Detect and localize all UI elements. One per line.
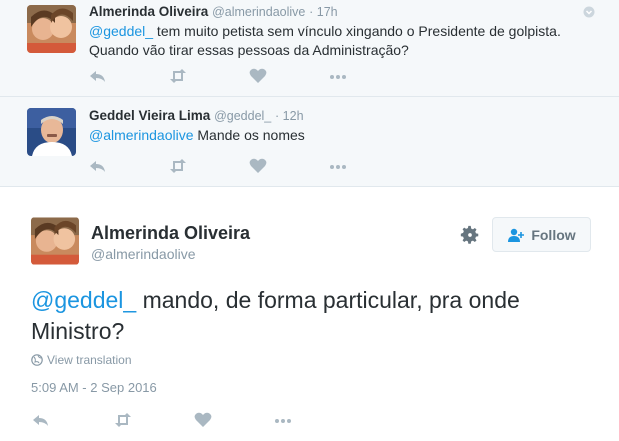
tweet-body: Mande os nomes [193,127,305,143]
follow-label: Follow [531,226,576,243]
mention-link[interactable]: @geddel_ [31,287,136,313]
tweet-body: tem muito petista sem vínculo xingando o… [89,23,561,58]
reply-icon[interactable] [31,410,51,430]
tweet-actions [88,156,388,176]
reply-icon[interactable] [88,156,108,176]
caret-down-icon[interactable] [583,6,595,18]
more-icon[interactable] [273,410,293,430]
reply-tweet[interactable]: Almerinda Oliveira @almerindaolive · 17h… [0,0,619,97]
more-icon[interactable] [328,156,348,176]
avatar[interactable] [27,5,76,53]
avatar[interactable] [27,108,76,156]
tweet-header: Geddel Vieira Lima @geddel_ · 12h [89,108,304,123]
heart-icon[interactable] [248,156,268,176]
author-fullname[interactable]: Almerinda Oliveira [91,223,250,244]
mention-link[interactable]: @geddel_ [89,23,153,39]
author-fullname[interactable]: Almerinda Oliveira [89,4,208,19]
tweet-time[interactable]: · 12h [275,109,304,123]
heart-icon[interactable] [248,66,268,86]
translation-label: View translation [47,353,132,367]
retweet-icon[interactable] [168,156,188,176]
permalink-tweet: Almerinda Oliveira @almerindaolive Follo… [0,187,619,441]
tweet-text: @almerindaolive Mande os nomes [89,126,589,145]
reply-tweet[interactable]: Geddel Vieira Lima @geddel_ · 12h @almer… [0,97,619,187]
more-icon[interactable] [328,66,348,86]
view-translation-link[interactable]: View translation [31,353,132,367]
reply-icon[interactable] [88,66,108,86]
globe-icon [31,354,43,366]
tweet-header: Almerinda Oliveira @almerindaolive · 17h [89,4,338,19]
gear-icon[interactable] [459,224,481,246]
retweet-icon[interactable] [168,66,188,86]
author-handle[interactable]: @almerindaolive [212,5,305,19]
author-fullname[interactable]: Geddel Vieira Lima [89,108,210,123]
tweet-text: @geddel_ mando, de forma particular, pra… [31,285,571,347]
avatar[interactable] [31,217,79,265]
mention-link[interactable]: @almerindaolive [89,127,193,143]
tweet-timestamp[interactable]: 5:09 AM - 2 Sep 2016 [31,380,157,395]
tweet-time[interactable]: · 17h [309,5,338,19]
retweet-icon[interactable] [113,410,133,430]
follow-button[interactable]: Follow [492,217,591,252]
tweet-text: @geddel_ tem muito petista sem vínculo x… [89,22,589,60]
tweet-actions [31,410,331,430]
tweet-actions [88,66,388,86]
add-user-icon [508,228,525,242]
author-handle[interactable]: @geddel_ [214,109,271,123]
author-handle[interactable]: @almerindaolive [91,246,195,262]
heart-icon[interactable] [193,410,213,430]
